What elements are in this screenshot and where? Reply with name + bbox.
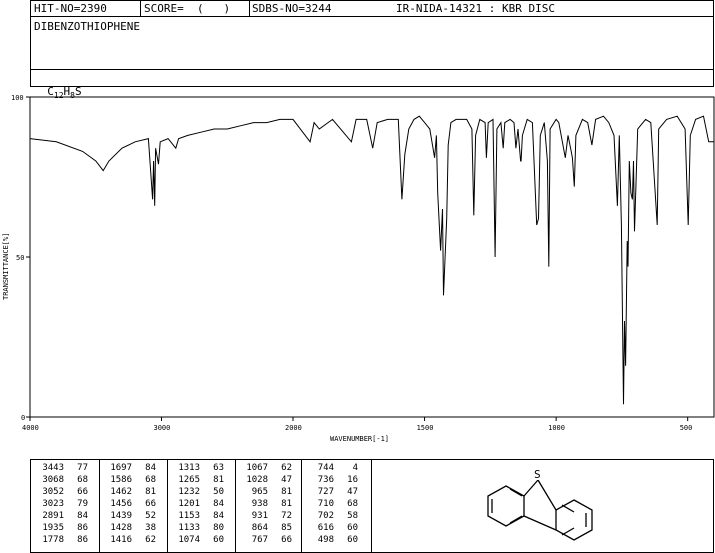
x-axis-label: WAVENUMBER[-1] bbox=[330, 435, 389, 443]
peak-wavenumber: 1028 bbox=[246, 475, 268, 485]
sulfur-atom-label: S bbox=[534, 468, 541, 481]
peak-wavenumber: 616 bbox=[317, 523, 334, 533]
peak-column-divider bbox=[235, 459, 236, 553]
peak-wavenumber: 727 bbox=[317, 487, 334, 497]
peak-wavenumber: 744 bbox=[317, 463, 334, 473]
x-tick-label: 500 bbox=[680, 424, 693, 432]
peak-transmittance: 84 bbox=[145, 463, 156, 473]
peak-transmittance: 79 bbox=[77, 499, 88, 509]
peak-wavenumber: 1313 bbox=[178, 463, 200, 473]
peak-column-divider bbox=[167, 459, 168, 553]
peak-wavenumber: 1462 bbox=[110, 487, 132, 497]
peak-transmittance: 84 bbox=[213, 499, 224, 509]
peak-wavenumber: 1428 bbox=[110, 523, 132, 533]
peak-transmittance: 63 bbox=[213, 463, 224, 473]
peak-transmittance: 84 bbox=[213, 511, 224, 521]
peak-wavenumber: 1265 bbox=[178, 475, 200, 485]
peak-transmittance: 16 bbox=[347, 475, 358, 485]
x-tick-label: 3000 bbox=[154, 424, 171, 432]
peak-transmittance: 62 bbox=[281, 463, 292, 473]
peak-wavenumber: 3023 bbox=[42, 499, 64, 509]
peak-transmittance: 81 bbox=[281, 499, 292, 509]
peak-wavenumber: 2891 bbox=[42, 511, 64, 521]
molecule-bonds bbox=[487, 479, 593, 541]
peak-transmittance: 68 bbox=[77, 475, 88, 485]
peak-transmittance: 52 bbox=[145, 511, 156, 521]
y-tick-label: 0 bbox=[21, 414, 25, 422]
peak-wavenumber: 1067 bbox=[246, 463, 268, 473]
peak-transmittance: 60 bbox=[347, 523, 358, 533]
x-tick-label: 4000 bbox=[22, 424, 39, 432]
peak-column-divider bbox=[99, 459, 100, 553]
peak-transmittance: 66 bbox=[77, 487, 88, 497]
peak-transmittance: 68 bbox=[145, 475, 156, 485]
peak-wavenumber: 767 bbox=[251, 535, 268, 545]
peak-wavenumber: 1201 bbox=[178, 499, 200, 509]
ir-spectrum-chart: 4000 3000 2000 1500 1000 500100500 WAVENUMBER… bbox=[2, 94, 715, 443]
peak-wavenumber: 3443 bbox=[42, 463, 64, 473]
peak-transmittance: 50 bbox=[213, 487, 224, 497]
peak-wavenumber: 3068 bbox=[42, 475, 64, 485]
peak-wavenumber: 498 bbox=[317, 535, 334, 545]
peak-transmittance: 84 bbox=[77, 511, 88, 521]
peak-wavenumber: 1456 bbox=[110, 499, 132, 509]
dibenzothiophene-structure: S bbox=[487, 468, 593, 541]
peak-transmittance: 72 bbox=[281, 511, 292, 521]
peak-wavenumber: 1074 bbox=[178, 535, 200, 545]
y-axis-label: TRANSMITTANCE[%] bbox=[2, 233, 10, 300]
peak-transmittance: 4 bbox=[352, 463, 358, 473]
peak-wavenumber: 702 bbox=[317, 511, 334, 521]
x-tick-label: 1000 bbox=[548, 424, 565, 432]
peak-wavenumber: 3052 bbox=[42, 487, 64, 497]
peak-transmittance: 66 bbox=[145, 499, 156, 509]
peak-transmittance: 81 bbox=[213, 475, 224, 485]
y-tick-label: 50 bbox=[16, 254, 24, 262]
peak-wavenumber: 938 bbox=[251, 499, 268, 509]
peak-transmittance: 66 bbox=[281, 535, 292, 545]
y-tick-label: 100 bbox=[11, 94, 24, 102]
peak-wavenumber: 1133 bbox=[178, 523, 200, 533]
peak-transmittance: 81 bbox=[281, 487, 292, 497]
peak-wavenumber: 1586 bbox=[110, 475, 132, 485]
peak-transmittance: 80 bbox=[213, 523, 224, 533]
x-tick-label: 1500 bbox=[417, 424, 434, 432]
peak-wavenumber: 965 bbox=[251, 487, 268, 497]
spectrum-line bbox=[29, 115, 714, 405]
peak-wavenumber: 1778 bbox=[42, 535, 64, 545]
peak-transmittance: 77 bbox=[77, 463, 88, 473]
peak-transmittance: 81 bbox=[145, 487, 156, 497]
peak-wavenumber: 736 bbox=[317, 475, 334, 485]
peak-wavenumber: 864 bbox=[251, 523, 268, 533]
peak-column-divider bbox=[301, 459, 302, 553]
peak-wavenumber: 931 bbox=[251, 511, 268, 521]
peak-transmittance: 60 bbox=[347, 535, 358, 545]
peak-transmittance: 47 bbox=[281, 475, 292, 485]
peak-transmittance: 58 bbox=[347, 511, 358, 521]
peak-transmittance: 47 bbox=[347, 487, 358, 497]
peak-transmittance: 85 bbox=[281, 523, 292, 533]
peak-transmittance: 38 bbox=[145, 523, 156, 533]
peak-transmittance: 68 bbox=[347, 499, 358, 509]
peak-wavenumber: 710 bbox=[317, 499, 334, 509]
peak-wavenumber: 1153 bbox=[178, 511, 200, 521]
peak-wavenumber: 1416 bbox=[110, 535, 132, 545]
peak-wavenumber: 1439 bbox=[110, 511, 132, 521]
peak-wavenumber: 1232 bbox=[178, 487, 200, 497]
peak-wavenumber: 1935 bbox=[42, 523, 64, 533]
x-tick-label: 2000 bbox=[285, 424, 302, 432]
peak-transmittance: 86 bbox=[77, 523, 88, 533]
peak-transmittance: 62 bbox=[145, 535, 156, 545]
peak-transmittance: 86 bbox=[77, 535, 88, 545]
peak-wavenumber: 1697 bbox=[110, 463, 132, 473]
peak-transmittance: 60 bbox=[213, 535, 224, 545]
